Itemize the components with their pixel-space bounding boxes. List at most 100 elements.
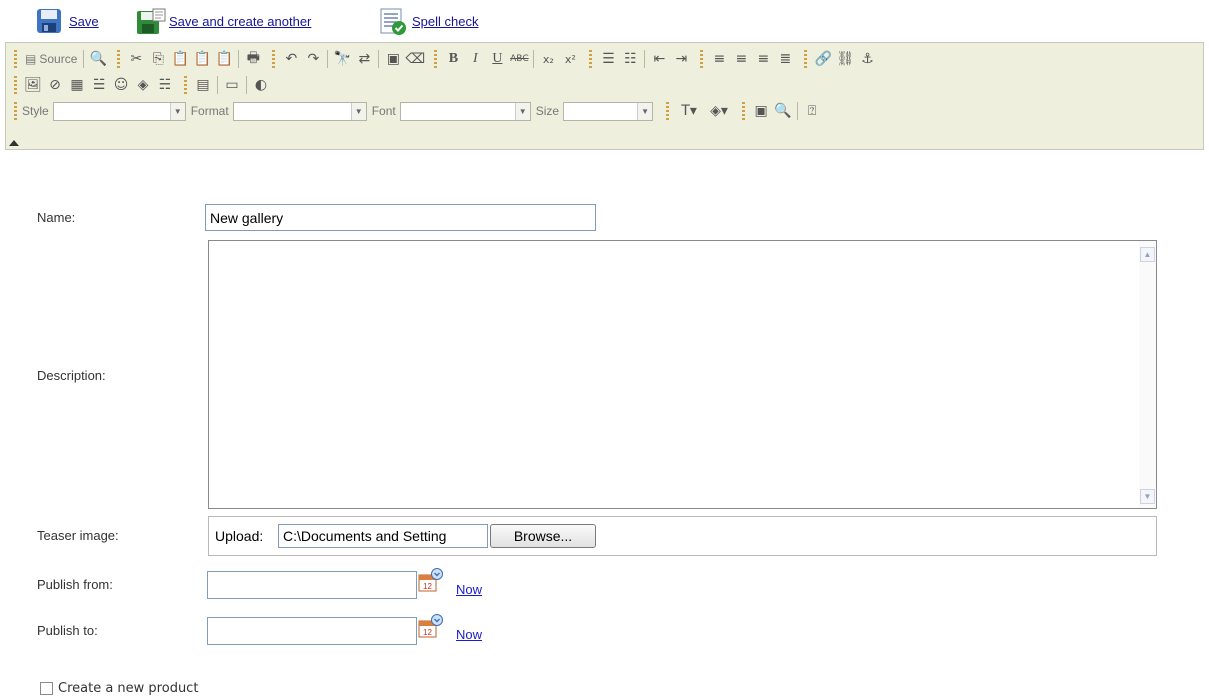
chevron-down-icon: ▼: [169, 102, 185, 120]
strikethrough-icon[interactable]: ABC: [508, 49, 530, 69]
maximize-icon[interactable]: ▣: [750, 101, 772, 121]
horizontal-rule-icon[interactable]: ☱: [88, 75, 110, 95]
upload-label: Upload:: [215, 528, 264, 544]
font-select[interactable]: ▼: [399, 101, 531, 121]
publish-to-label: Publish to:: [37, 623, 98, 638]
save-link[interactable]: Save: [69, 14, 99, 29]
source-label: Source: [39, 52, 78, 66]
show-blocks-preview-icon[interactable]: 🔍: [772, 101, 794, 121]
toolbar-grip: [742, 102, 746, 120]
replace-icon[interactable]: ⇄: [353, 49, 375, 69]
teaser-image-label: Teaser image:: [37, 528, 119, 543]
toolbar-row-1: ▤ Source 🔍 ✂ ⎘ 📋 📋 📋 🖶 ↶ ↷ 🔭 ⇄ ▣ ⌫ B I U…: [6, 47, 878, 71]
teaser-upload-box: Upload: Browse...: [208, 516, 1157, 556]
toolbar-grip: [700, 50, 704, 68]
image-icon[interactable]: 🖼: [22, 75, 44, 95]
underline-icon[interactable]: U: [486, 49, 508, 69]
save-new-icon[interactable]: [136, 8, 166, 34]
align-center-icon[interactable]: ≡: [730, 49, 752, 69]
toolbar-row-3: Style ▼ Format ▼ Font ▼ Size ▼ T▾ ◈▾ ▣ 🔍…: [6, 99, 823, 123]
page-break-icon[interactable]: ☵: [154, 75, 176, 95]
calendar-icon[interactable]: 12: [418, 568, 444, 592]
description-scrollbar[interactable]: ▲ ▼: [1139, 241, 1156, 508]
find-icon[interactable]: 🔭: [331, 49, 353, 69]
justify-icon[interactable]: ≣: [774, 49, 796, 69]
separator: [378, 50, 380, 68]
spell-check-icon[interactable]: [379, 8, 406, 35]
table-icon[interactable]: ▦: [66, 75, 88, 95]
publish-from-label: Publish from:: [37, 577, 113, 592]
size-select[interactable]: ▼: [563, 101, 654, 121]
numbered-list-icon[interactable]: ☰: [597, 49, 619, 69]
paste-icon[interactable]: 📋: [169, 49, 191, 69]
bulleted-list-icon[interactable]: ☷: [619, 49, 641, 69]
align-right-icon[interactable]: ≡: [752, 49, 774, 69]
link-icon[interactable]: 🔗: [812, 49, 834, 69]
calendar-day: 12: [423, 582, 432, 591]
chevron-down-icon: ▼: [637, 102, 653, 120]
show-blocks-icon[interactable]: ▭: [221, 75, 243, 95]
format-select[interactable]: ▼: [232, 101, 367, 121]
outdent-icon[interactable]: ⇤: [648, 49, 670, 69]
paste-text-icon[interactable]: 📋: [191, 49, 213, 69]
style-label: Style: [22, 104, 49, 118]
save-action[interactable]: Save: [36, 8, 99, 34]
align-left-icon[interactable]: ≡: [708, 49, 730, 69]
help-icon[interactable]: ⍰: [801, 101, 823, 121]
chevron-down-icon: ▼: [350, 102, 366, 120]
copy-icon[interactable]: ⎘: [147, 49, 169, 69]
description-textarea[interactable]: ▲ ▼: [208, 240, 1157, 509]
size-label: Size: [535, 104, 560, 118]
italic-icon[interactable]: I: [464, 49, 486, 69]
save-and-create-another-action[interactable]: Save and create another: [136, 8, 311, 34]
scroll-down-icon[interactable]: ▼: [1140, 489, 1155, 504]
background-color-icon[interactable]: ◈▾: [704, 101, 734, 121]
flash-icon[interactable]: ⊘: [44, 75, 66, 95]
select-all-icon[interactable]: ▣: [382, 49, 404, 69]
toolbar-grip: [184, 76, 187, 94]
scroll-up-icon[interactable]: ▲: [1140, 247, 1155, 262]
about-icon[interactable]: ◐: [250, 75, 272, 95]
toolbar-grip: [14, 102, 17, 120]
subscript-icon[interactable]: x₂: [537, 49, 559, 69]
spell-check-action[interactable]: Spell check: [379, 8, 478, 35]
separator: [533, 50, 535, 68]
calendar-icon[interactable]: 12: [418, 614, 444, 638]
redo-icon[interactable]: ↷: [302, 49, 324, 69]
browse-button[interactable]: Browse...: [490, 524, 596, 548]
separator: [246, 76, 247, 94]
form-icon[interactable]: ▤: [192, 75, 214, 95]
undo-icon[interactable]: ↶: [280, 49, 302, 69]
floppy-disk-icon[interactable]: [36, 8, 62, 34]
separator: [797, 102, 799, 120]
unlink-icon[interactable]: ⛓: [834, 49, 856, 69]
indent-icon[interactable]: ⇥: [670, 49, 692, 69]
special-char-icon[interactable]: ◈: [132, 75, 154, 95]
print-icon[interactable]: 🖶: [242, 49, 264, 69]
upload-path-input[interactable]: [278, 524, 488, 548]
cut-icon[interactable]: ✂: [125, 49, 147, 69]
separator: [217, 76, 218, 94]
rich-text-toolbar: ▤ Source 🔍 ✂ ⎘ 📋 📋 📋 🖶 ↶ ↷ 🔭 ⇄ ▣ ⌫ B I U…: [5, 42, 1204, 150]
collapse-toolbar-icon[interactable]: [9, 140, 19, 146]
source-button[interactable]: ▤ Source: [22, 49, 80, 69]
publish-to-now-link[interactable]: Now: [456, 627, 482, 642]
publish-from-input[interactable]: [207, 571, 417, 599]
bold-icon[interactable]: B: [442, 49, 464, 69]
create-product-checkbox[interactable]: [40, 682, 53, 695]
preview-icon[interactable]: 🔍: [87, 49, 109, 69]
paste-word-icon[interactable]: 📋: [213, 49, 235, 69]
save-and-create-another-link[interactable]: Save and create another: [169, 14, 311, 29]
spell-check-link[interactable]: Spell check: [412, 14, 478, 29]
separator: [644, 50, 646, 68]
publish-to-input[interactable]: [207, 617, 417, 645]
style-select[interactable]: ▼: [52, 101, 186, 121]
name-input[interactable]: [205, 204, 596, 231]
smiley-icon[interactable]: ☺: [110, 75, 132, 95]
remove-format-icon[interactable]: ⌫: [404, 49, 426, 69]
chevron-down-icon: ▼: [514, 102, 530, 120]
superscript-icon[interactable]: x²: [559, 49, 581, 69]
publish-from-now-link[interactable]: Now: [456, 582, 482, 597]
anchor-icon[interactable]: ⚓: [856, 49, 878, 69]
text-color-icon[interactable]: T▾: [674, 101, 704, 121]
